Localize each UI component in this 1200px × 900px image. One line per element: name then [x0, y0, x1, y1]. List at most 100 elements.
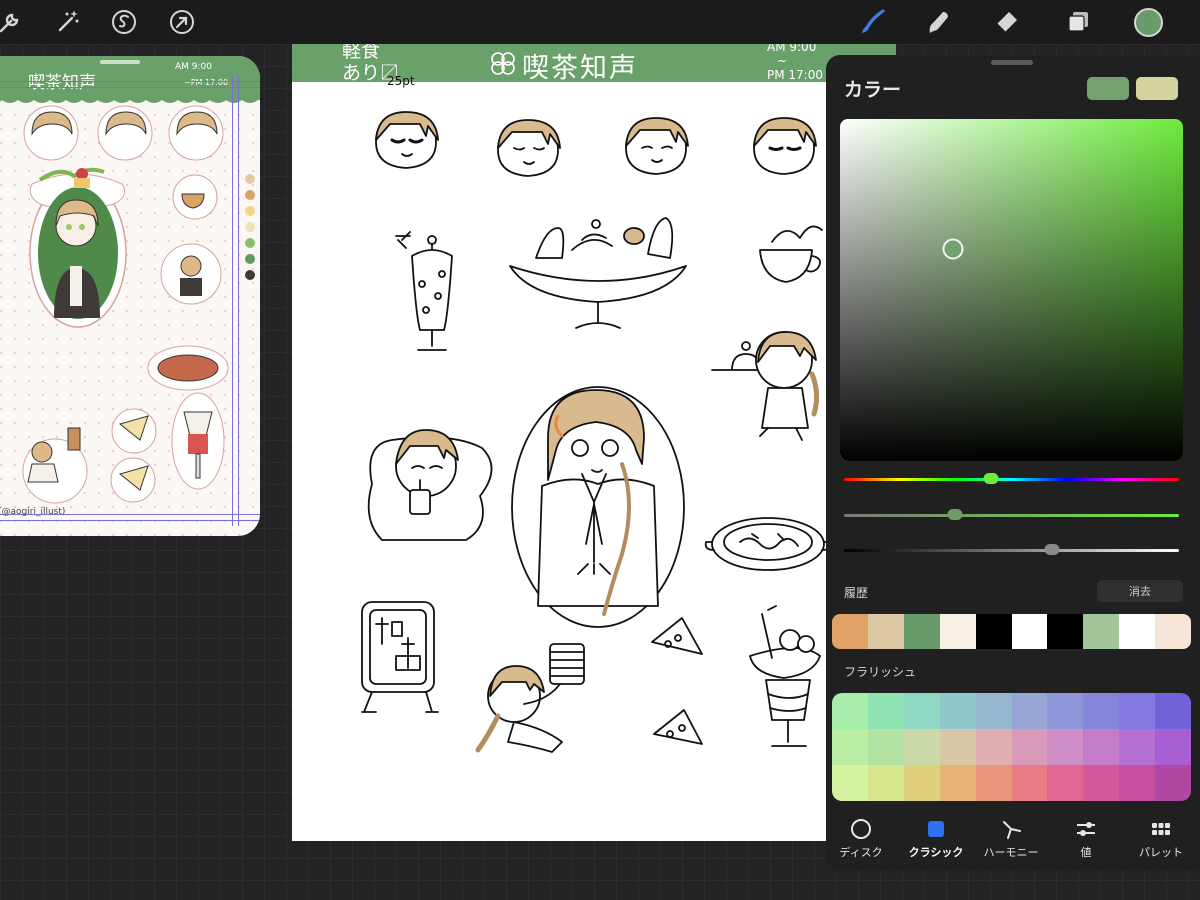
flourish-palette [832, 693, 1191, 801]
reference-palette-swatch [245, 190, 255, 200]
smudge-icon[interactable] [922, 6, 954, 38]
history-swatch[interactable] [1083, 614, 1120, 649]
reference-palette [245, 174, 255, 286]
hue-slider[interactable] [844, 473, 1179, 484]
color-panel-title: カラー [844, 79, 902, 101]
palette-grid-icon [1124, 817, 1198, 841]
flourish-swatch[interactable] [1047, 729, 1084, 765]
reference-palette-swatch [245, 206, 255, 216]
eraser-icon[interactable] [990, 6, 1022, 38]
flourish-swatch[interactable] [939, 729, 976, 765]
flourish-swatch[interactable] [1119, 693, 1156, 729]
flourish-swatch[interactable] [867, 693, 904, 729]
history-swatch[interactable] [975, 614, 1012, 649]
reference-palette-swatch [245, 238, 255, 248]
flourish-swatch[interactable] [832, 765, 868, 801]
flourish-swatch[interactable] [975, 729, 1012, 765]
flourish-swatch[interactable] [1011, 729, 1048, 765]
saturation-slider[interactable] [844, 509, 1179, 520]
history-label: 履歴 [844, 586, 869, 600]
layers-icon[interactable] [1062, 6, 1094, 38]
brush-icon[interactable] [856, 6, 888, 38]
saturation-slider-knob[interactable] [947, 509, 963, 520]
primary-color-swatch[interactable] [1087, 77, 1129, 100]
flourish-swatch[interactable] [867, 729, 904, 765]
color-panel-handle[interactable] [991, 60, 1033, 65]
flourish-swatch[interactable] [903, 765, 940, 801]
brightness-slider-knob[interactable] [1044, 544, 1060, 555]
flourish-swatch[interactable] [903, 729, 940, 765]
flourish-swatch[interactable] [1083, 765, 1120, 801]
reference-palette-swatch [245, 174, 255, 184]
reference-window[interactable]: 喫茶知声 AM 9:00 ~PM 17:00 (@aogiri_illust) [0, 56, 260, 536]
tab-value[interactable]: 値 [1049, 817, 1123, 860]
reference-palette-swatch [245, 254, 255, 264]
flourish-swatch[interactable] [1119, 729, 1156, 765]
flourish-swatch[interactable] [1119, 765, 1156, 801]
history-swatch[interactable] [1119, 614, 1156, 649]
reference-sticker-art [0, 100, 260, 536]
saturation-brightness-knob[interactable] [942, 238, 964, 260]
flourish-swatch[interactable] [1155, 693, 1191, 729]
current-color-button[interactable] [1134, 8, 1163, 37]
guide-line [0, 87, 260, 88]
clear-history-button[interactable]: 消去 [1097, 580, 1183, 602]
flourish-swatch[interactable] [975, 765, 1012, 801]
flourish-swatch[interactable] [903, 693, 940, 729]
drawing-canvas[interactable]: 軽食 あり〼 喫茶知声 AM 9:00 ~ PM 17:00 25pt [292, 44, 896, 841]
history-swatch[interactable] [832, 614, 868, 649]
tab-classic-label: クラシック [908, 846, 964, 859]
flourish-swatch[interactable] [1011, 765, 1048, 801]
flourish-swatch[interactable] [1047, 693, 1084, 729]
color-mode-tabs: ディスク クラシック ハーモニー 値 パレット [826, 813, 1200, 863]
history-swatch[interactable] [939, 614, 976, 649]
tab-disc[interactable]: ディスク [824, 817, 898, 860]
guide-line [0, 81, 260, 82]
disc-icon [824, 817, 898, 841]
reference-palette-swatch [245, 222, 255, 232]
wrench-icon[interactable] [0, 6, 26, 38]
flourish-swatch[interactable] [1083, 693, 1120, 729]
reference-palette-swatch [245, 270, 255, 280]
guide-line [238, 76, 239, 526]
flourish-swatch[interactable] [939, 693, 976, 729]
history-swatch[interactable] [903, 614, 940, 649]
classic-square-icon [899, 817, 973, 841]
selection-icon[interactable] [108, 6, 140, 38]
history-swatch[interactable] [1011, 614, 1048, 649]
tab-palette[interactable]: パレット [1124, 817, 1198, 860]
flourish-swatch[interactable] [1011, 693, 1048, 729]
magic-wand-icon[interactable] [52, 6, 84, 38]
flourish-swatch[interactable] [1083, 729, 1120, 765]
tab-harmony-label: ハーモニー [983, 846, 1039, 859]
guide-line [232, 76, 233, 526]
reference-credit: (@aogiri_illust) [0, 507, 66, 517]
saturation-brightness-picker[interactable] [840, 119, 1183, 461]
history-swatch[interactable] [1155, 614, 1191, 649]
flourish-swatch[interactable] [832, 693, 868, 729]
tab-value-label: 値 [1080, 846, 1092, 859]
transform-arrow-icon[interactable] [166, 6, 198, 38]
color-panel: カラー 履歴 消去 フラリッシュ ディスク クラシック ハーモニー 値 パレット [826, 55, 1200, 870]
flourish-label: フラリッシュ [844, 665, 917, 679]
head-sketch [375, 111, 439, 169]
canvas-line-art [361, 111, 832, 753]
flourish-swatch[interactable] [1155, 729, 1191, 765]
secondary-color-swatch[interactable] [1136, 77, 1178, 100]
color-history [832, 614, 1191, 649]
history-swatch[interactable] [867, 614, 904, 649]
flourish-swatch[interactable] [939, 765, 976, 801]
flourish-swatch[interactable] [1047, 765, 1084, 801]
flourish-swatch[interactable] [1155, 765, 1191, 801]
tab-harmony[interactable]: ハーモニー [974, 817, 1048, 860]
brightness-slider[interactable] [844, 544, 1179, 555]
tab-palette-label: パレット [1139, 846, 1183, 859]
top-toolbar [0, 0, 1200, 44]
flourish-swatch[interactable] [832, 729, 868, 765]
flourish-swatch[interactable] [867, 765, 904, 801]
flourish-swatch[interactable] [975, 693, 1012, 729]
history-swatch[interactable] [1047, 614, 1084, 649]
tab-classic[interactable]: クラシック [899, 817, 973, 860]
hue-slider-knob[interactable] [983, 473, 999, 484]
value-sliders-icon [1049, 817, 1123, 841]
